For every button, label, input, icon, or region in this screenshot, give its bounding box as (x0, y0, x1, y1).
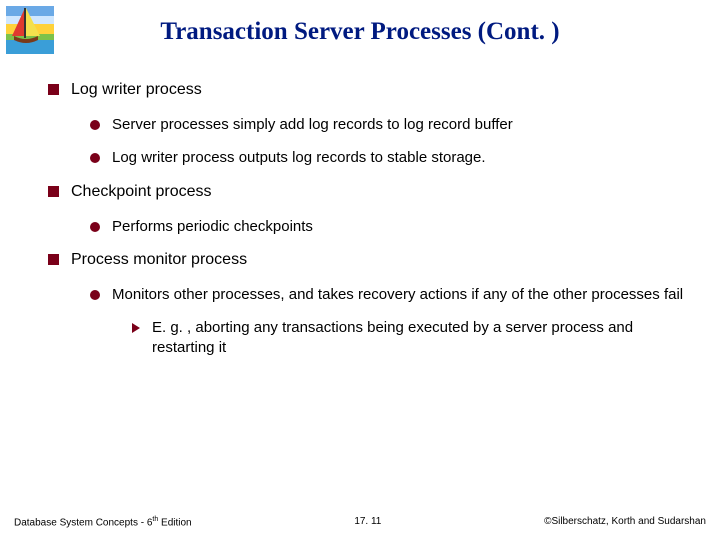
subsubbullet-abort-restart: E. g. , aborting any transactions being … (132, 318, 690, 357)
bullet-text: Server processes simply add log records … (112, 115, 513, 135)
square-bullet-icon (48, 186, 59, 197)
bullet-text: Performs periodic checkpoints (112, 217, 313, 237)
bullet-text: Log writer process outputs log records t… (112, 148, 486, 168)
bullet-text: Log writer process (71, 80, 202, 101)
slide-title: Transaction Server Processes (Cont. ) (0, 18, 720, 46)
bullet-process-monitor: Process monitor process (48, 250, 690, 271)
bullet-log-writer: Log writer process (48, 80, 690, 101)
square-bullet-icon (48, 254, 59, 265)
bullet-text: E. g. , aborting any transactions being … (152, 318, 690, 357)
bullet-checkpoint: Checkpoint process (48, 182, 690, 203)
footer-right: ©Silberschatz, Korth and Sudarshan (544, 516, 706, 528)
footer-center: 17. 11 (354, 516, 381, 528)
subbullet-recovery-actions: Monitors other processes, and takes reco… (90, 285, 690, 305)
footer-left-prefix: Database System Concepts - 6 (14, 517, 152, 528)
subbullet-periodic-checkpoints: Performs periodic checkpoints (90, 217, 690, 237)
bullet-text: Checkpoint process (71, 182, 212, 203)
slide: Transaction Server Processes (Cont. ) Lo… (0, 0, 720, 540)
dot-bullet-icon (90, 290, 100, 300)
subbullet-output-records: Log writer process outputs log records t… (90, 148, 690, 168)
dot-bullet-icon (90, 222, 100, 232)
subbullet-add-records: Server processes simply add log records … (90, 115, 690, 135)
footer-left: Database System Concepts - 6th Edition (14, 516, 192, 528)
dot-bullet-icon (90, 153, 100, 163)
footer-left-suffix: Edition (158, 517, 191, 528)
dot-bullet-icon (90, 120, 100, 130)
footer: Database System Concepts - 6th Edition 1… (0, 516, 720, 528)
bullet-text: Monitors other processes, and takes reco… (112, 285, 683, 305)
square-bullet-icon (48, 84, 59, 95)
bullet-text: Process monitor process (71, 250, 247, 271)
arrow-bullet-icon (132, 323, 140, 333)
content-area: Log writer process Server processes simp… (48, 80, 690, 371)
